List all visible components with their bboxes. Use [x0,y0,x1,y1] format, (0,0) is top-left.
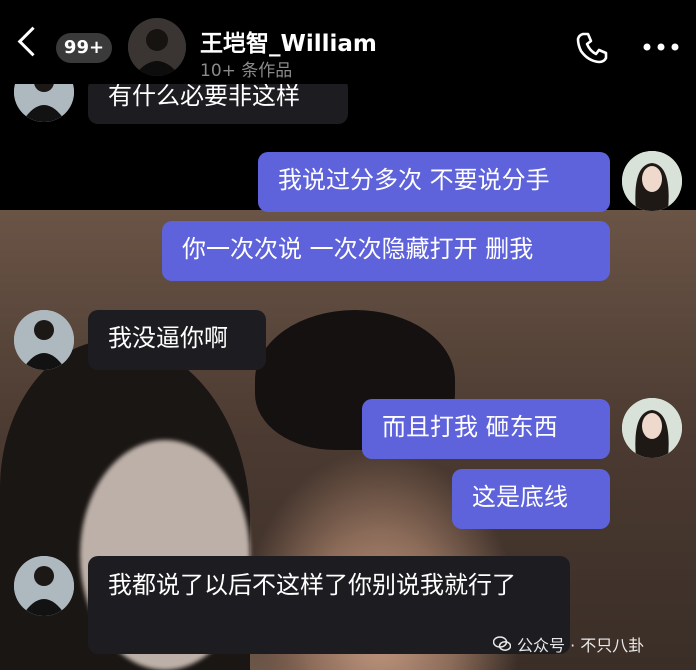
wechat-icon [493,636,511,651]
contact-name[interactable]: 王垲智_William [200,24,377,58]
user-avatar[interactable] [622,398,682,458]
message-bubble-incoming[interactable]: 我没逼你啊 [88,310,266,370]
phone-call-icon[interactable] [574,30,610,66]
message-bubble-outgoing[interactable]: 这是底线 [452,469,610,529]
watermark-text: 公众号 · 不只八卦 [517,636,645,655]
message-bubble-outgoing[interactable]: 而且打我 砸东西 [362,399,610,459]
unread-count-badge[interactable]: 99+ [56,33,112,63]
works-count[interactable]: 10+ 条作品 [200,56,292,81]
message-bubble-outgoing[interactable]: 我说过分多次 不要说分手 [258,152,610,212]
chat-header: 99+ 王垲智_William 10+ 条作品 [0,0,696,84]
more-options-icon[interactable] [640,40,682,54]
message-bubble-outgoing[interactable]: 你一次次说 一次次隐藏打开 删我 [162,221,610,281]
watermark: 公众号 · 不只八卦 [493,632,644,656]
header-contact-avatar[interactable] [128,18,186,76]
contact-avatar[interactable] [14,310,74,370]
user-avatar[interactable] [622,151,682,211]
back-arrow-icon[interactable] [17,26,48,57]
message-bubble-incoming[interactable]: 有什么必要非这样 [88,78,348,124]
contact-avatar[interactable] [14,556,74,616]
